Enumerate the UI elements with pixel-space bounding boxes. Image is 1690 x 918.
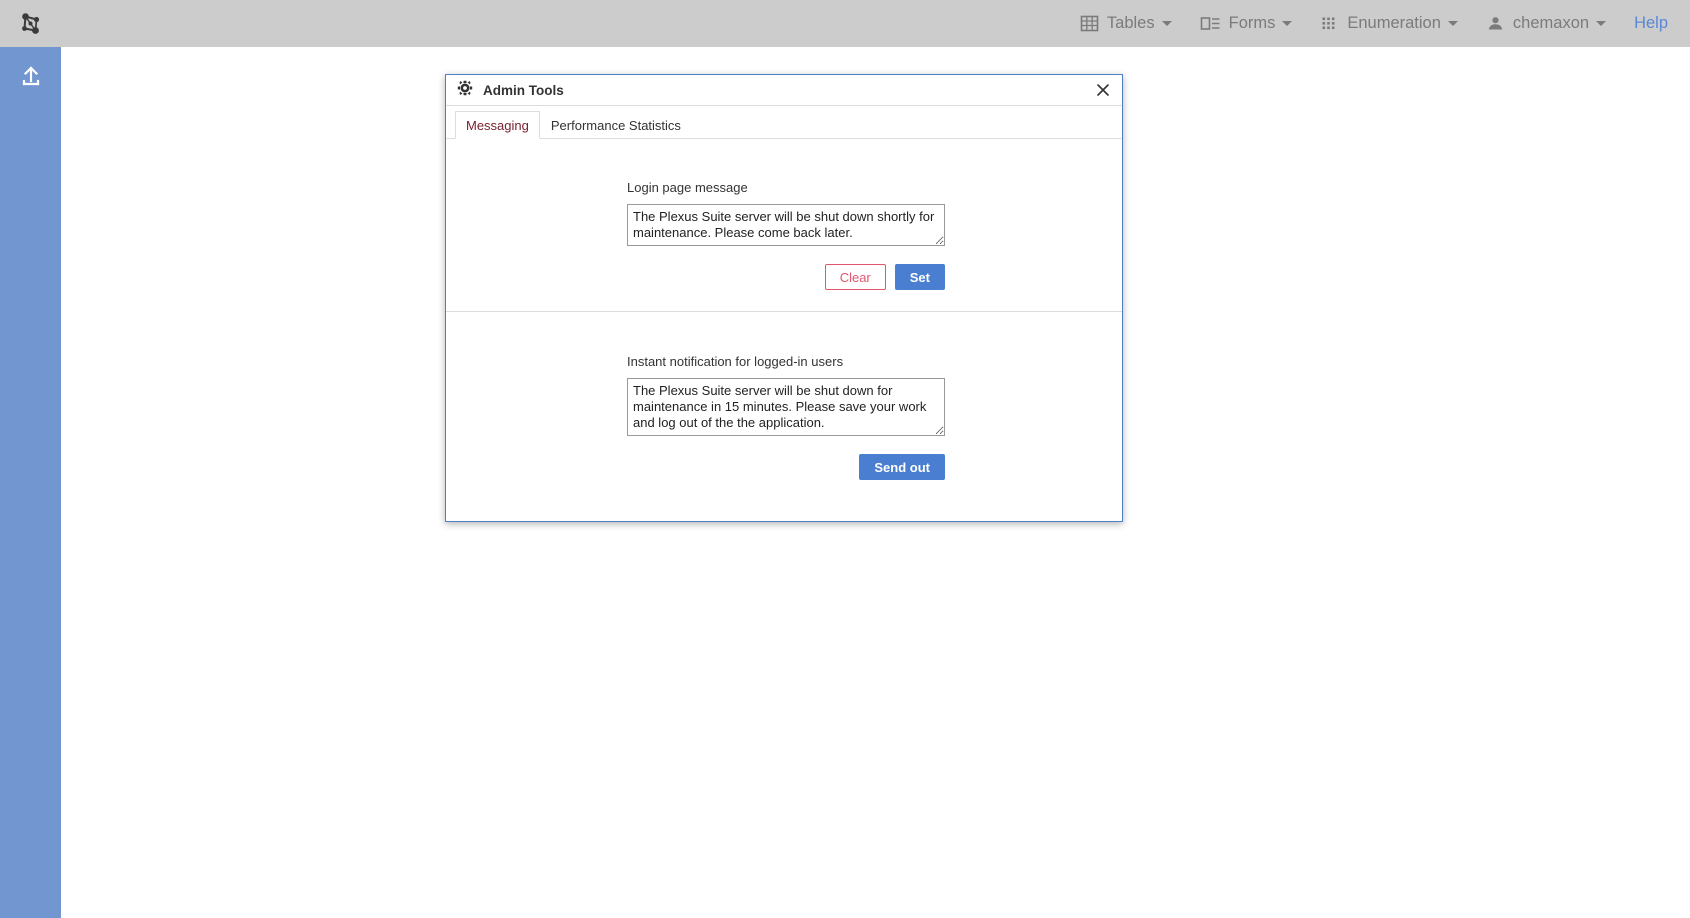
nav-item-enumeration[interactable]: Enumeration [1306, 0, 1472, 47]
nav-item-label: Forms [1229, 14, 1276, 33]
instant-notification-button-row: Send out [627, 454, 945, 480]
upload-icon [18, 62, 44, 88]
dialog-titlebar: Admin Tools [446, 75, 1122, 106]
instant-notification-section: Instant notification for logged-in users… [446, 312, 1122, 500]
dialog-tabstrip: Messaging Performance Statistics [446, 106, 1122, 139]
form-layout-icon [1200, 14, 1221, 33]
tab-messaging[interactable]: Messaging [455, 111, 540, 139]
login-message-label: Login page message [627, 180, 1122, 195]
login-message-section: Login page message Clear Set [446, 139, 1122, 312]
tab-label: Performance Statistics [551, 118, 681, 133]
application-root: Tables Forms [0, 0, 1690, 918]
login-message-button-row: Clear Set [627, 264, 945, 290]
close-icon[interactable] [1092, 79, 1114, 101]
nav-item-label: Tables [1107, 14, 1155, 33]
chevron-down-icon [1448, 21, 1458, 26]
login-message-input[interactable] [627, 204, 945, 246]
user-person-icon [1486, 14, 1505, 33]
set-button[interactable]: Set [895, 264, 945, 290]
dots-grid-icon [1320, 14, 1339, 33]
instant-notification-input[interactable] [627, 378, 945, 436]
grid-table-icon [1080, 14, 1099, 33]
nav-item-tables[interactable]: Tables [1066, 0, 1186, 47]
nav-item-forms[interactable]: Forms [1186, 0, 1307, 47]
chevron-down-icon [1162, 21, 1172, 26]
clear-button[interactable]: Clear [825, 264, 886, 290]
dialog-title: Admin Tools [483, 83, 1092, 98]
tab-performance-statistics[interactable]: Performance Statistics [540, 111, 692, 139]
molecule-logo-icon [16, 9, 46, 39]
top-navigation-bar: Tables Forms [61, 0, 1690, 47]
admin-tools-dialog: Admin Tools Messaging Performance Statis… [445, 74, 1123, 522]
app-logo[interactable] [0, 0, 61, 47]
sidebar-item-upload[interactable] [0, 47, 61, 102]
left-sidebar [0, 0, 61, 918]
send-out-button[interactable]: Send out [859, 454, 945, 480]
nav-item-user-menu[interactable]: chemaxon [1472, 0, 1620, 47]
tab-label: Messaging [466, 118, 529, 133]
dialog-body: Login page message Clear Set Instant not… [446, 139, 1122, 521]
nav-item-help[interactable]: Help [1620, 14, 1674, 33]
nav-item-label: Enumeration [1347, 14, 1441, 33]
instant-notification-label: Instant notification for logged-in users [627, 354, 1122, 369]
gear-icon [457, 80, 473, 101]
chevron-down-icon [1282, 21, 1292, 26]
nav-item-label: chemaxon [1513, 14, 1589, 33]
chevron-down-icon [1596, 21, 1606, 26]
